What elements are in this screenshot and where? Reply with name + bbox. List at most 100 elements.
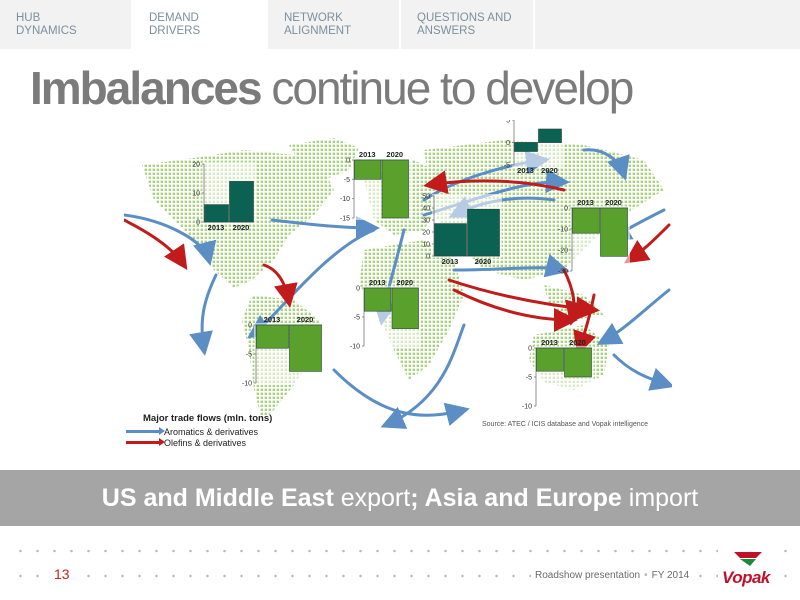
- footer-caption: Roadshow presentation • FY 2014: [531, 570, 694, 581]
- bar-2020: [381, 159, 409, 219]
- tab-demand-drivers[interactable]: DEMAND DRIVERS: [133, 0, 268, 49]
- bar-2020: [289, 324, 322, 372]
- chart-tick-label: -5: [354, 315, 360, 322]
- banner-bold-2: Asia and Europe: [424, 484, 622, 512]
- chart-category-label: 2020: [569, 338, 586, 347]
- bar-2013: [364, 287, 392, 312]
- trade-flow-map-svg: 20 10 0 2013 2020 0 -5 -10 -15 2013 2020 50 -5 2013 20…: [124, 120, 672, 429]
- legend-label-olefins: Olefins & derivatives: [164, 437, 247, 448]
- chart-category-label: 2020: [541, 166, 558, 175]
- banner-bold-1: US and Middle East: [101, 484, 334, 512]
- chart-category-label: 2013: [264, 315, 281, 324]
- chart-tick-label: -30: [558, 269, 568, 276]
- chart-tick-label: 40: [422, 206, 430, 213]
- bar-2020: [564, 347, 592, 378]
- bar-2020: [229, 181, 254, 223]
- chart-category-label: 2013: [517, 166, 534, 175]
- bar-2020: [467, 208, 500, 257]
- vopak-logo-mark-icon: [734, 552, 762, 566]
- tab-network-alignment[interactable]: NETWORK ALIGNMENT: [268, 0, 401, 49]
- bar-2013: [354, 159, 382, 180]
- tab-questions-and-answers[interactable]: QUESTIONS AND ANSWERS: [401, 0, 535, 49]
- tab-label-line2: DYNAMICS: [16, 25, 77, 37]
- chart-tick-label: -5: [526, 375, 532, 382]
- chart-tick-label: -10: [522, 404, 532, 411]
- chart-tick-label: 0: [196, 220, 200, 227]
- olefins-flow-arrow-1: [124, 218, 188, 270]
- aromatics-flow-arrow-21: [612, 353, 672, 391]
- tab-hub-dynamics[interactable]: HUB DYNAMICS: [0, 0, 133, 49]
- chart-category-label: 2020: [233, 223, 250, 232]
- chart-tick-label: -10: [558, 227, 568, 234]
- chart-category-label: 2013: [369, 278, 386, 287]
- page-title: Imbalances continue to develop: [30, 62, 634, 114]
- bar-2013: [514, 142, 538, 152]
- section-tabs: HUB DYNAMICS DEMAND DRIVERS NETWORK ALIG…: [0, 0, 800, 49]
- chart-category-label: 2020: [396, 278, 413, 287]
- chart-tick-label: 10: [192, 191, 200, 198]
- page-title-rest: continue to develop: [260, 62, 634, 114]
- chart-tick-label: -10: [350, 344, 360, 351]
- tab-label-line2: ANSWERS: [417, 25, 476, 37]
- chart-tick-label: 0: [564, 206, 568, 213]
- footer-period: FY 2014: [651, 570, 690, 581]
- chart-tick-label: -10: [242, 381, 252, 388]
- vopak-logo-wordmark: Vopak: [722, 568, 770, 587]
- chart-tick-label: 0: [346, 158, 350, 165]
- bar-chart-africa: 0 -5 -10 2013 2020: [350, 278, 421, 351]
- chart-category-label: 2013: [442, 257, 459, 266]
- legend-item-aromatics: Aromatics & derivatives: [126, 426, 272, 437]
- legend-swatch-olefins: [126, 438, 165, 446]
- chart-tick-label: -20: [558, 248, 568, 255]
- tab-label-line2: ALIGNMENT: [284, 25, 352, 37]
- legend-swatch-aromatics: [126, 427, 165, 435]
- chart-tick-label: -15: [340, 216, 350, 223]
- world-trade-map: 20 10 0 2013 2020 0 -5 -10 -15 2013 2020 5 0 -5 2013 20…: [124, 120, 672, 458]
- footer-dot-divider: [12, 549, 792, 553]
- tab-label-line1: QUESTIONS AND: [417, 12, 512, 24]
- bar-2013: [204, 204, 229, 223]
- aromatics-flow-arrow-20: [596, 288, 671, 345]
- tab-label-line1: HUB: [16, 12, 41, 24]
- chart-tick-label: 10: [422, 242, 430, 249]
- chart-category-label: 2013: [541, 338, 558, 347]
- banner-bold-sep: ;: [410, 484, 425, 512]
- chart-tick-label: -5: [504, 163, 510, 170]
- source-note: Source: ATEC / ICIS database and Vopak i…: [482, 421, 649, 428]
- bar-2013: [536, 347, 564, 372]
- legend-item-olefins: Olefins & derivatives: [126, 437, 272, 448]
- tab-label-line2: DRIVERS: [149, 25, 201, 37]
- bar-chart-south-america: 0 -5 -10 2013 2020: [242, 315, 324, 388]
- olefins-flow-arrow-19: [624, 223, 671, 264]
- chart-tick-label: 0: [356, 286, 360, 293]
- chart-tick-label: -10: [340, 196, 350, 203]
- bar-chart-middle-east: 50 40 30 20 10 0 2013 2020: [422, 194, 502, 266]
- tab-label-line1: NETWORK: [284, 12, 343, 24]
- tab-empty-last: [665, 0, 800, 49]
- legend-label-aromatics: Aromatics & derivatives: [164, 426, 259, 437]
- chart-tick-label: -5: [344, 177, 350, 184]
- page-number: 13: [50, 566, 74, 582]
- footer-separator: •: [644, 570, 648, 581]
- olefins-flow-arrow-4: [262, 263, 298, 308]
- tab-label-line1: DEMAND: [149, 12, 199, 24]
- page-title-bold: Imbalances: [30, 62, 263, 114]
- chart-tick-label: 30: [422, 218, 430, 225]
- chart-category-label: 2020: [605, 198, 622, 207]
- bar-2013: [572, 207, 600, 234]
- bar-2020: [391, 287, 419, 329]
- vopak-logo: Vopak: [718, 546, 778, 590]
- bar-chart-russia-central-asia: 5 0 -5 2013 2020: [504, 120, 564, 175]
- summary-banner: US and Middle East export; Asia and Euro…: [0, 470, 800, 526]
- bar-2020: [538, 128, 562, 143]
- bar-2020: [600, 207, 628, 257]
- chart-category-label: 2020: [475, 257, 492, 266]
- aromatics-flow-arrow-17: [332, 368, 470, 427]
- tab-empty: [535, 0, 665, 49]
- chart-tick-label: 50: [422, 194, 430, 201]
- bar-2013: [256, 324, 289, 349]
- chart-category-label: 2020: [386, 150, 403, 159]
- chart-category-label: 2020: [297, 315, 314, 324]
- chart-category-label: 2013: [359, 150, 376, 159]
- chart-tick-label: 20: [422, 230, 430, 237]
